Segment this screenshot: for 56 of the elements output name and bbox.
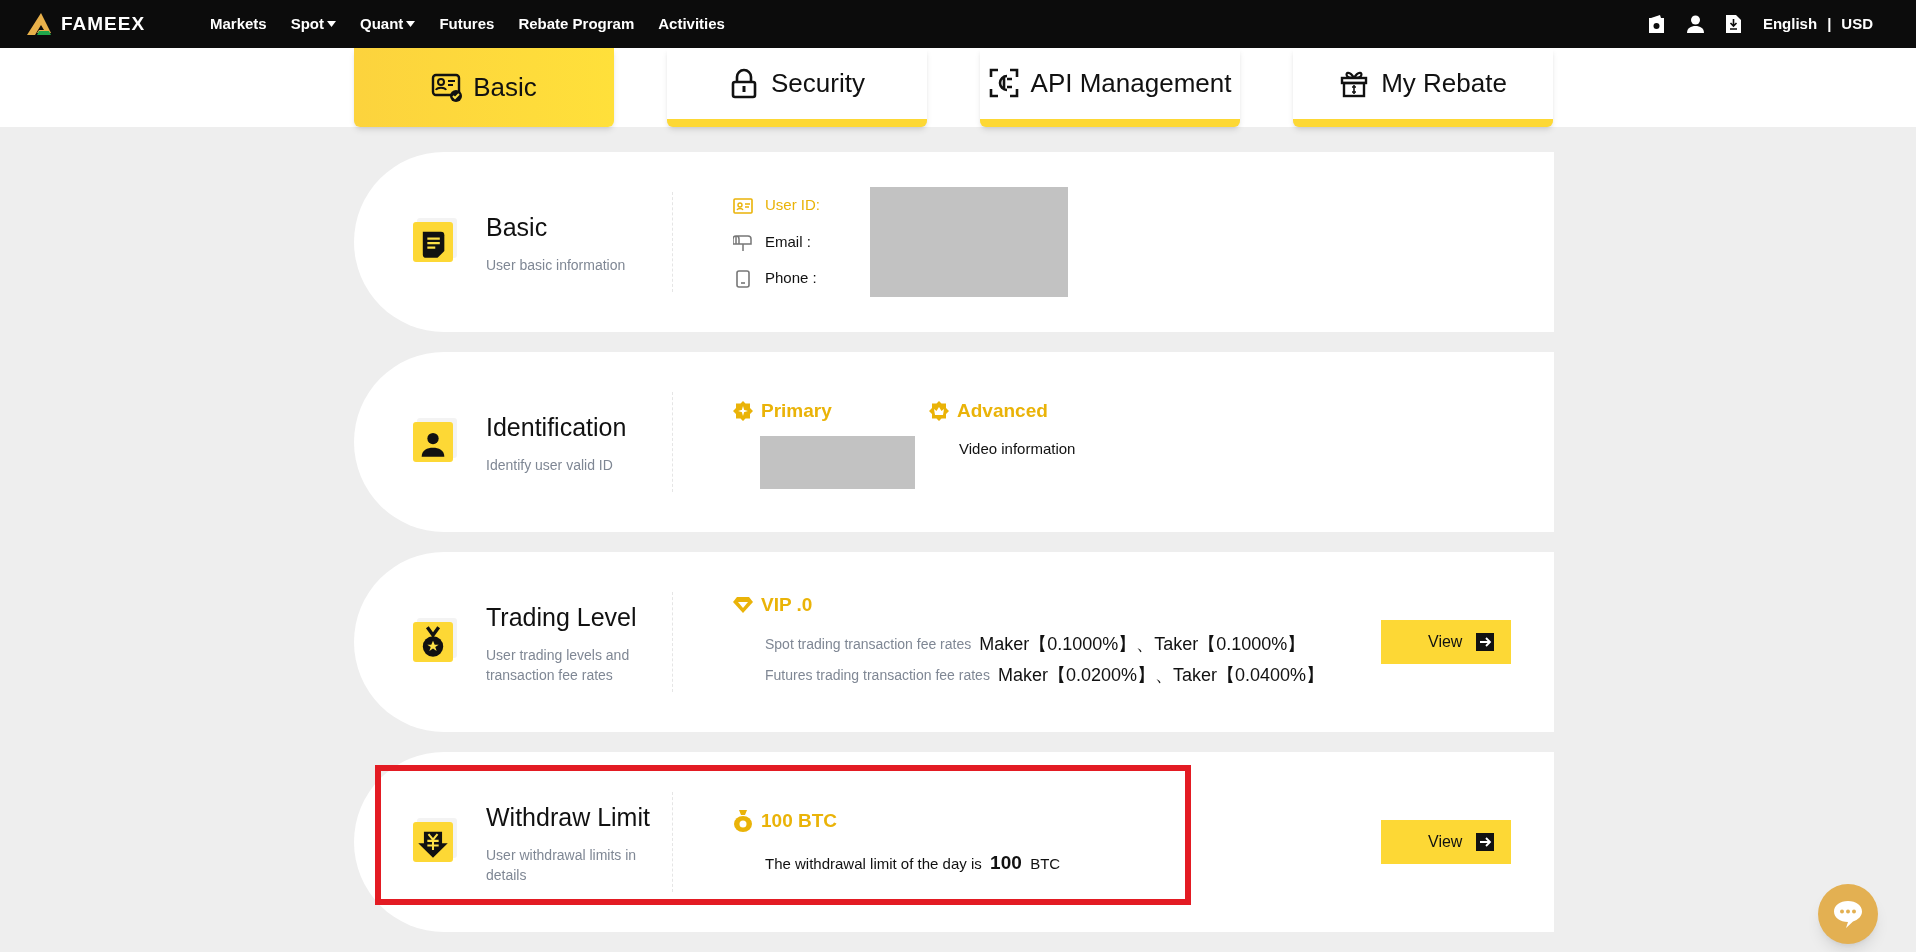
fee-rate-value: Maker【0.1000%】、Taker【0.1000%】	[979, 633, 1306, 657]
medal-icon	[413, 622, 453, 662]
section-title: Withdraw Limit	[486, 802, 651, 834]
crown-badge-icon	[929, 401, 949, 422]
section-title: Basic	[486, 212, 549, 244]
person-icon	[413, 422, 453, 462]
section-title: Identification	[486, 412, 628, 444]
fee-rate-value: Maker【0.0200%】、Taker【0.0400%】	[997, 664, 1325, 688]
fee-rate-label: Futures trading transaction fee rates	[765, 666, 990, 686]
nav-link[interactable]: Spot	[290, 12, 337, 36]
currency-selector[interactable]: USD	[1841, 12, 1873, 36]
scan-icon	[988, 67, 1021, 100]
section-title: Trading Level	[486, 602, 638, 634]
field-label: Phone :	[765, 268, 817, 289]
fee-rate-label: Spot trading transaction fee rates	[765, 635, 972, 655]
chat-icon	[1832, 899, 1864, 929]
section-subtitle: User basic information	[486, 255, 627, 275]
withdraw-amount: 100 BTC	[761, 808, 838, 833]
level-label: Primary	[761, 399, 832, 423]
withdraw-sentence: The withdrawal limit of the day is 100 BTC	[765, 851, 1061, 875]
nav-link[interactable]: Futures	[439, 12, 495, 36]
id-card-icon	[431, 71, 464, 104]
field-label: User ID:	[765, 195, 820, 216]
nav-link[interactable]: Rebate Program	[518, 12, 635, 36]
separator-text: |	[1827, 13, 1832, 34]
id-card-icon	[733, 195, 753, 216]
diamond-icon	[733, 597, 753, 613]
section-subtitle: Identify user valid ID	[486, 455, 614, 475]
nav-link[interactable]: Activities	[658, 12, 725, 36]
caret-icon	[406, 21, 416, 27]
logo-text: FAMEEX	[61, 11, 146, 36]
wallet-icon	[1647, 15, 1665, 33]
tab[interactable]: API Management	[980, 48, 1240, 127]
badge-icon	[733, 401, 753, 422]
tab[interactable]: My Rebate	[1293, 48, 1553, 127]
field-label: Email :	[765, 231, 811, 252]
nav-link[interactable]: Markets	[210, 12, 267, 36]
view-button[interactable]: View	[1381, 620, 1511, 664]
download-icon	[1725, 15, 1741, 33]
vip-level: VIP .0	[761, 592, 813, 617]
document-icon	[413, 222, 453, 262]
mailbox-icon	[733, 232, 753, 252]
section-subtitle: User withdrawal limits in details	[486, 845, 638, 885]
nav-link[interactable]: Quant	[360, 12, 416, 36]
phone-icon	[733, 268, 753, 289]
tab[interactable]: Basic	[354, 48, 614, 127]
chat-button[interactable]	[1818, 884, 1878, 944]
section-subtitle: User trading levels and transaction fee rates	[486, 645, 631, 685]
language-selector[interactable]: English	[1762, 12, 1818, 36]
caret-icon	[327, 21, 337, 27]
user-icon	[1686, 15, 1704, 33]
level-note: Video information	[959, 438, 1076, 459]
level-label: Advanced	[957, 399, 1048, 423]
tab[interactable]: Security	[667, 48, 927, 127]
view-button[interactable]: View	[1381, 820, 1511, 864]
money-bag-icon	[733, 809, 753, 832]
